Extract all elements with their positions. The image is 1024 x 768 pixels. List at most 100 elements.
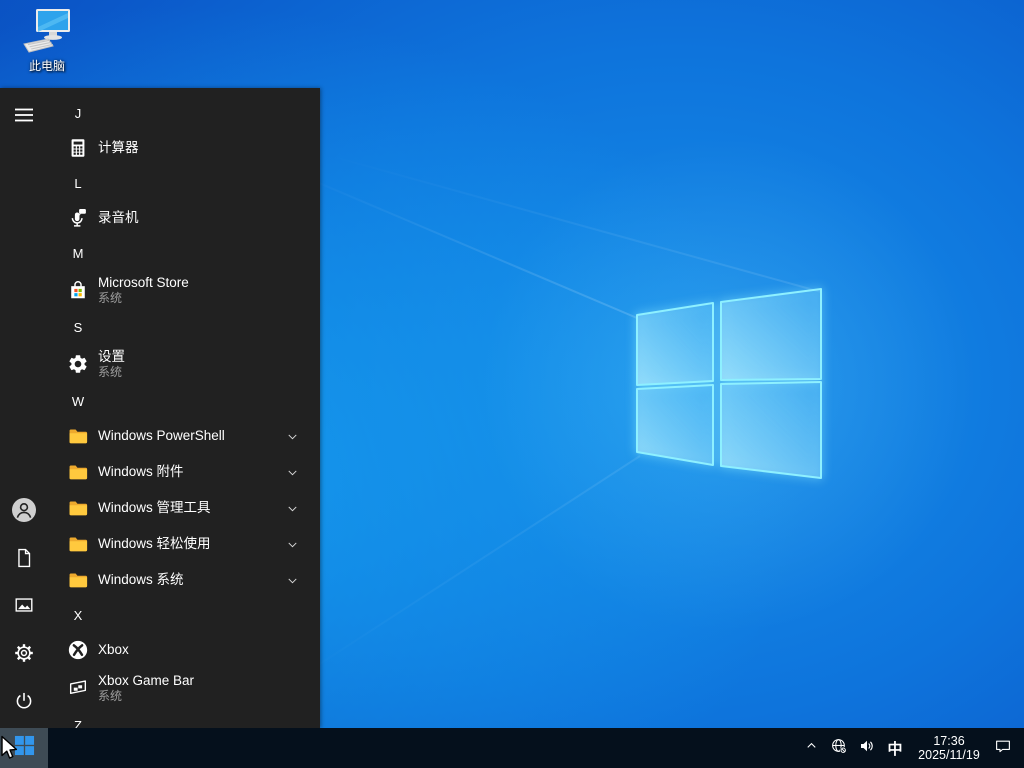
- app-group-letter[interactable]: Z: [48, 708, 320, 729]
- app-label: 设置: [98, 349, 125, 364]
- app-group-letter[interactable]: X: [48, 598, 320, 632]
- calculator-icon: [66, 136, 90, 160]
- app-labels: Windows PowerShell: [98, 428, 225, 444]
- pictures-icon: [13, 594, 35, 621]
- power-icon: [13, 690, 35, 717]
- app-label: Microsoft Store: [98, 275, 189, 290]
- start-folder-item[interactable]: Windows 系统: [48, 562, 320, 598]
- letter-label: S: [73, 319, 83, 335]
- app-group-letter[interactable]: J: [48, 96, 320, 130]
- chevron-down-icon[interactable]: [285, 573, 300, 588]
- start-app-item[interactable]: Microsoft Store 系统: [48, 270, 320, 310]
- rail-expand-menu-button[interactable]: [11, 104, 37, 130]
- folder-icon: [66, 568, 90, 592]
- rail-power-button[interactable]: [11, 690, 37, 716]
- notification-icon: [994, 737, 1012, 760]
- start-folder-item[interactable]: Windows 附件: [48, 454, 320, 490]
- app-group-letter[interactable]: W: [48, 384, 320, 418]
- app-label: 录音机: [98, 210, 139, 225]
- start-folder-item[interactable]: Windows 轻松使用: [48, 526, 320, 562]
- chevron-down-icon[interactable]: [285, 429, 300, 444]
- start-button[interactable]: [0, 728, 48, 768]
- folder-icon: [66, 424, 90, 448]
- taskbar-clock[interactable]: 17:36 2025/11/19: [912, 734, 986, 762]
- app-sublabel: 系统: [98, 291, 123, 305]
- action-center-button[interactable]: [992, 735, 1014, 761]
- app-label: Windows PowerShell: [98, 428, 225, 443]
- start-menu-app-list: J 计算器 L 录音机 M Microsoft Store 系统 S 设置 系统 W Windows …: [48, 88, 320, 728]
- taskbar: 中 17:36 2025/11/19: [0, 728, 1024, 768]
- folder-icon: [66, 496, 90, 520]
- app-label: Windows 轻松使用: [98, 536, 211, 551]
- app-labels: Windows 管理工具: [98, 500, 211, 516]
- app-labels: Windows 附件: [98, 464, 184, 480]
- app-group-letter[interactable]: M: [48, 236, 320, 270]
- voice-recorder-icon: [66, 206, 90, 230]
- app-labels: 录音机: [98, 210, 139, 226]
- rail-user-button[interactable]: [11, 497, 37, 528]
- clock-time: 17:36: [933, 734, 965, 748]
- app-sublabel: 系统: [98, 365, 123, 379]
- app-label: Windows 系统: [98, 572, 184, 587]
- network-status-button[interactable]: [828, 735, 850, 761]
- rail-settings-button[interactable]: [11, 642, 37, 668]
- xbox-icon: [66, 638, 90, 662]
- app-label: Windows 附件: [98, 464, 184, 479]
- desktop-icon-this-pc[interactable]: 此电脑: [8, 6, 86, 74]
- start-app-item[interactable]: Xbox Game Bar 系统: [48, 668, 320, 708]
- letter-label: L: [74, 175, 82, 191]
- microsoft-store-icon: [66, 278, 90, 302]
- volume-button[interactable]: [856, 735, 878, 761]
- app-labels: Windows 系统: [98, 572, 184, 588]
- chevron-down-icon[interactable]: [285, 501, 300, 516]
- desktop-icon-label: 此电脑: [28, 59, 65, 73]
- start-app-item[interactable]: Xbox: [48, 632, 320, 668]
- app-group-letter[interactable]: S: [48, 310, 320, 344]
- app-labels: Microsoft Store 系统: [98, 275, 189, 305]
- letter-label: W: [71, 393, 85, 409]
- system-tray: 中 17:36 2025/11/19: [800, 728, 1024, 768]
- hidden-icons-button[interactable]: [800, 735, 822, 761]
- app-label: 计算器: [98, 140, 139, 155]
- start-app-item[interactable]: 录音机: [48, 200, 320, 236]
- app-group-letter[interactable]: L: [48, 166, 320, 200]
- start-app-item[interactable]: 计算器: [48, 130, 320, 166]
- hamburger-icon: [13, 104, 35, 131]
- app-labels: 计算器: [98, 140, 139, 156]
- settings-gear-icon: [66, 352, 90, 376]
- this-pc-icon: [23, 9, 70, 53]
- globe-offline-icon: [830, 737, 848, 760]
- app-labels: Xbox Game Bar 系统: [98, 673, 194, 703]
- start-folder-item[interactable]: Windows PowerShell: [48, 418, 320, 454]
- chevron-up-icon: [804, 738, 819, 758]
- start-app-item[interactable]: 设置 系统: [48, 344, 320, 384]
- windows-logo-wallpaper: [636, 288, 822, 479]
- ime-indicator[interactable]: 中: [884, 738, 906, 759]
- folder-icon: [66, 532, 90, 556]
- chevron-down-icon[interactable]: [285, 537, 300, 552]
- app-label: Xbox: [98, 642, 129, 657]
- chevron-down-icon[interactable]: [285, 465, 300, 480]
- user-icon: [11, 497, 37, 528]
- start-menu: J 计算器 L 录音机 M Microsoft Store 系统 S 设置 系统 W Windows …: [0, 88, 320, 728]
- letter-label: J: [74, 105, 82, 121]
- start-folder-item[interactable]: Windows 管理工具: [48, 490, 320, 526]
- app-label: Xbox Game Bar: [98, 673, 195, 688]
- folder-icon: [66, 460, 90, 484]
- app-sublabel: 系统: [98, 689, 123, 703]
- app-label: Windows 管理工具: [98, 500, 211, 515]
- xbox-game-bar-icon: [66, 676, 90, 700]
- gear-outline-icon: [13, 642, 35, 669]
- app-labels: Xbox: [98, 642, 129, 658]
- rail-pictures-button[interactable]: [11, 594, 37, 620]
- letter-label: Z: [74, 717, 82, 729]
- rail-documents-button[interactable]: [11, 547, 37, 573]
- documents-icon: [13, 547, 35, 574]
- clock-date: 2025/11/19: [918, 748, 980, 762]
- app-labels: Windows 轻松使用: [98, 536, 211, 552]
- start-menu-rail: [0, 88, 48, 728]
- letter-label: X: [73, 607, 83, 623]
- app-labels: 设置 系统: [98, 349, 125, 379]
- windows-start-icon: [14, 735, 35, 761]
- speaker-icon: [858, 737, 876, 760]
